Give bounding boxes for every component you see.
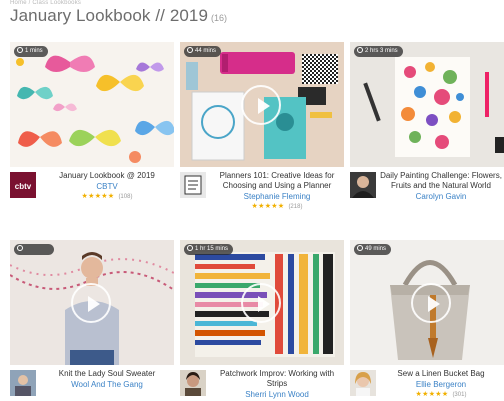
class-title[interactable]: Sew a Linen Bucket Bag <box>380 369 502 379</box>
class-card[interactable]: Knit the Lady Soul Sweater Wool And The … <box>10 240 174 401</box>
duration-badge: 49 mins <box>354 244 392 255</box>
clock-icon <box>357 47 363 53</box>
star-icons: ★★★★★ <box>251 203 285 210</box>
avatar[interactable] <box>180 370 206 396</box>
instructor-avatar-image <box>180 172 206 198</box>
rating: ★★★★★ (108) <box>40 192 174 202</box>
instructor-link[interactable]: Sherri Lynn Wood <box>210 389 344 400</box>
duration-badge <box>14 244 54 255</box>
clock-icon <box>187 47 193 53</box>
play-icon[interactable] <box>241 85 281 125</box>
play-icon[interactable] <box>411 283 451 323</box>
class-thumbnail[interactable]: 49 mins <box>350 240 504 365</box>
instructor-avatar-image <box>180 370 206 396</box>
review-count: (108) <box>118 194 133 200</box>
rating: ★★★★★ (301) <box>380 390 502 400</box>
clock-icon <box>187 245 193 251</box>
rating: ★★★★★ (218) <box>210 202 344 212</box>
class-card[interactable]: 1 mins cbtv January Lookbook @ 2019 CBTV… <box>10 42 174 207</box>
cbtv-logo: cbtv <box>15 182 32 191</box>
instructor-link[interactable]: Carolyn Gavin <box>380 191 502 202</box>
class-thumbnail[interactable]: 1 mins <box>10 42 174 167</box>
instructor-link[interactable]: Ellie Bergeron <box>380 379 502 390</box>
avatar[interactable] <box>350 370 376 396</box>
butterflies-image <box>10 42 174 167</box>
class-card[interactable]: 44 mins Planners 101: Creative Ideas for… <box>180 42 344 210</box>
page-title: January Lookbook // 2019 <box>10 6 209 25</box>
class-thumbnail[interactable] <box>10 240 174 365</box>
avatar[interactable]: cbtv <box>10 172 36 198</box>
play-icon[interactable] <box>241 283 281 323</box>
duration-badge: 1 hr 15 mins <box>184 244 234 255</box>
review-count: (218) <box>288 204 303 210</box>
instructor-link[interactable]: Stephanie Fleming <box>210 191 344 202</box>
class-count: (16) <box>211 13 228 23</box>
instructor-avatar-image <box>350 172 376 198</box>
page-header: January Lookbook // 2019 (16) <box>10 6 227 26</box>
class-title[interactable]: Daily Painting Challenge: Flowers, Fruit… <box>380 171 502 191</box>
play-icon[interactable] <box>71 283 111 323</box>
clock-icon <box>17 245 23 251</box>
class-thumbnail[interactable]: 44 mins <box>180 42 344 167</box>
review-count: (301) <box>452 392 467 398</box>
duration-badge: 44 mins <box>184 46 222 57</box>
class-card[interactable]: 49 mins Sew a Linen Bucket Bag Ellie Ber… <box>350 240 504 401</box>
class-title[interactable]: Patchwork Improv: Working with Strips <box>210 369 344 389</box>
flower-painting-image <box>350 42 504 167</box>
instructor-avatar-image <box>350 370 376 396</box>
clock-icon <box>17 47 23 53</box>
instructor-link[interactable]: CBTV <box>40 181 174 192</box>
star-icons: ★★★★★ <box>415 391 449 398</box>
class-thumbnail[interactable]: 2 hrs 3 mins <box>350 42 504 167</box>
class-thumbnail[interactable]: 1 hr 15 mins <box>180 240 344 365</box>
duration-badge: 1 mins <box>14 46 48 57</box>
class-card[interactable]: 1 hr 15 mins Patchwork Improv: Working w… <box>180 240 344 401</box>
svg-text:cbtv: cbtv <box>15 182 32 191</box>
avatar[interactable] <box>350 172 376 198</box>
class-title[interactable]: Knit the Lady Soul Sweater <box>40 369 174 379</box>
clock-icon <box>357 245 363 251</box>
duration-badge: 2 hrs 3 mins <box>354 46 403 57</box>
instructor-link[interactable]: Wool And The Gang <box>40 379 174 390</box>
instructor-avatar-image <box>10 370 36 396</box>
avatar[interactable] <box>180 172 206 198</box>
star-icons: ★★★★★ <box>81 193 115 200</box>
class-title[interactable]: Planners 101: Creative Ideas for Choosin… <box>210 171 344 191</box>
avatar[interactable] <box>10 370 36 396</box>
class-title[interactable]: January Lookbook @ 2019 <box>40 171 174 181</box>
class-card[interactable]: 2 hrs 3 mins Daily Painting Challenge: F… <box>350 42 504 207</box>
